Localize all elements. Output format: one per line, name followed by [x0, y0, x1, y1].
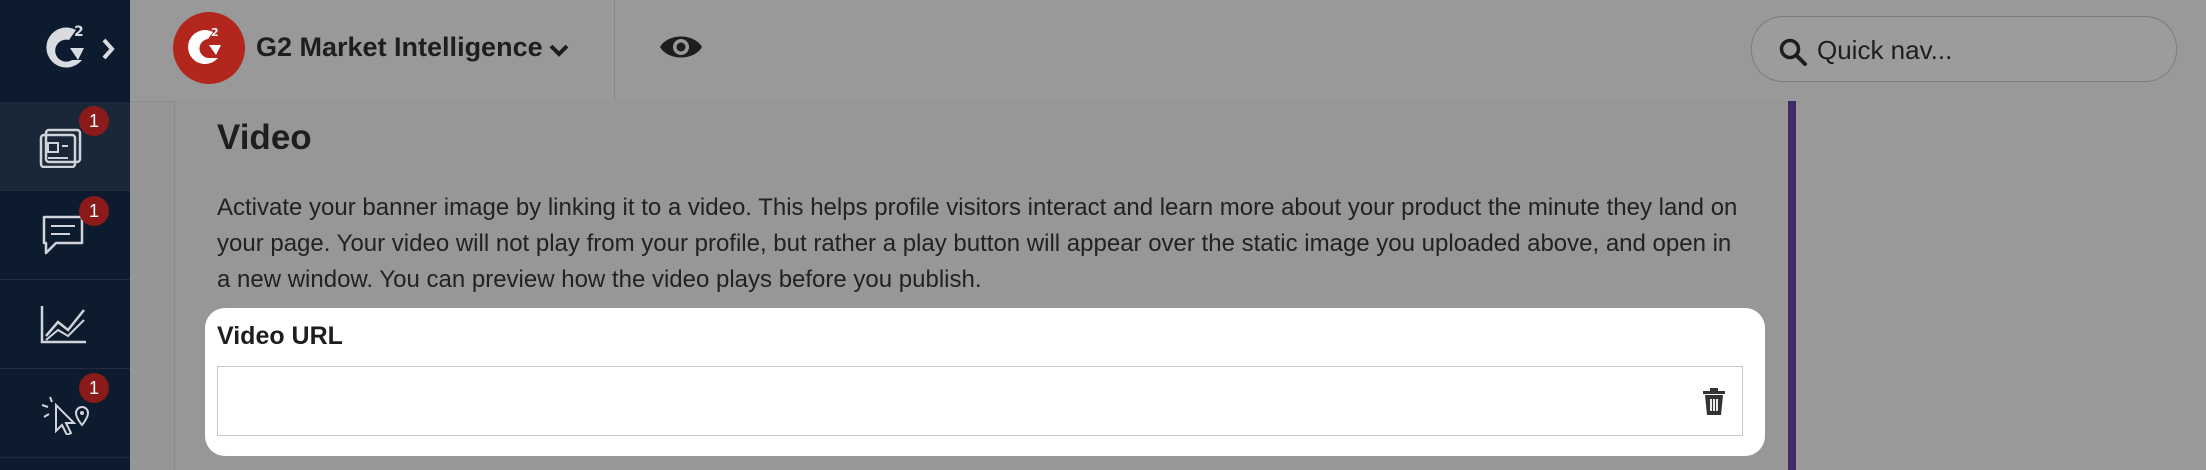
right-panel [1796, 101, 2206, 470]
notification-badge: 1 [79, 196, 109, 226]
video-url-label: Video URL [217, 322, 343, 350]
svg-text:2: 2 [74, 24, 84, 40]
g2-product-logo-icon: 2 [188, 26, 221, 65]
video-url-panel: Video URL [205, 308, 1765, 456]
top-header: 2 G2 Market Intelligence Quick nav... [130, 0, 2206, 102]
chevron-down-icon[interactable] [548, 42, 570, 58]
eye-icon[interactable] [658, 30, 704, 64]
notification-badge: 1 [79, 106, 109, 136]
notification-badge: 1 [79, 373, 109, 403]
g2-logo-icon: 2 [46, 24, 115, 68]
trash-icon[interactable] [1702, 388, 1726, 416]
section-description: Activate your banner image by linking it… [217, 194, 1738, 293]
sidebar: 2 1 1 1 [0, 0, 130, 470]
section-title: Video [217, 118, 312, 157]
video-url-input[interactable] [217, 366, 1743, 436]
sidebar-item-analytics[interactable] [0, 280, 130, 369]
product-name[interactable]: G2 Market Intelligence [256, 32, 543, 63]
accent-bar [1788, 101, 1796, 470]
header-divider [614, 0, 615, 101]
analytics-chart-icon [40, 306, 86, 344]
search-icon [1779, 38, 1807, 66]
sidebar-item-intent[interactable]: 1 [0, 369, 130, 458]
sidebar-item-chat[interactable]: 1 [0, 191, 130, 280]
product-logo: 2 [173, 12, 245, 84]
sidebar-item-profile[interactable]: 1 [0, 102, 130, 191]
search-placeholder: Quick nav... [1817, 35, 1953, 65]
quick-nav-search[interactable]: Quick nav... [1751, 16, 2177, 82]
sidebar-logo[interactable]: 2 [0, 0, 130, 103]
svg-text:2: 2 [211, 26, 219, 39]
